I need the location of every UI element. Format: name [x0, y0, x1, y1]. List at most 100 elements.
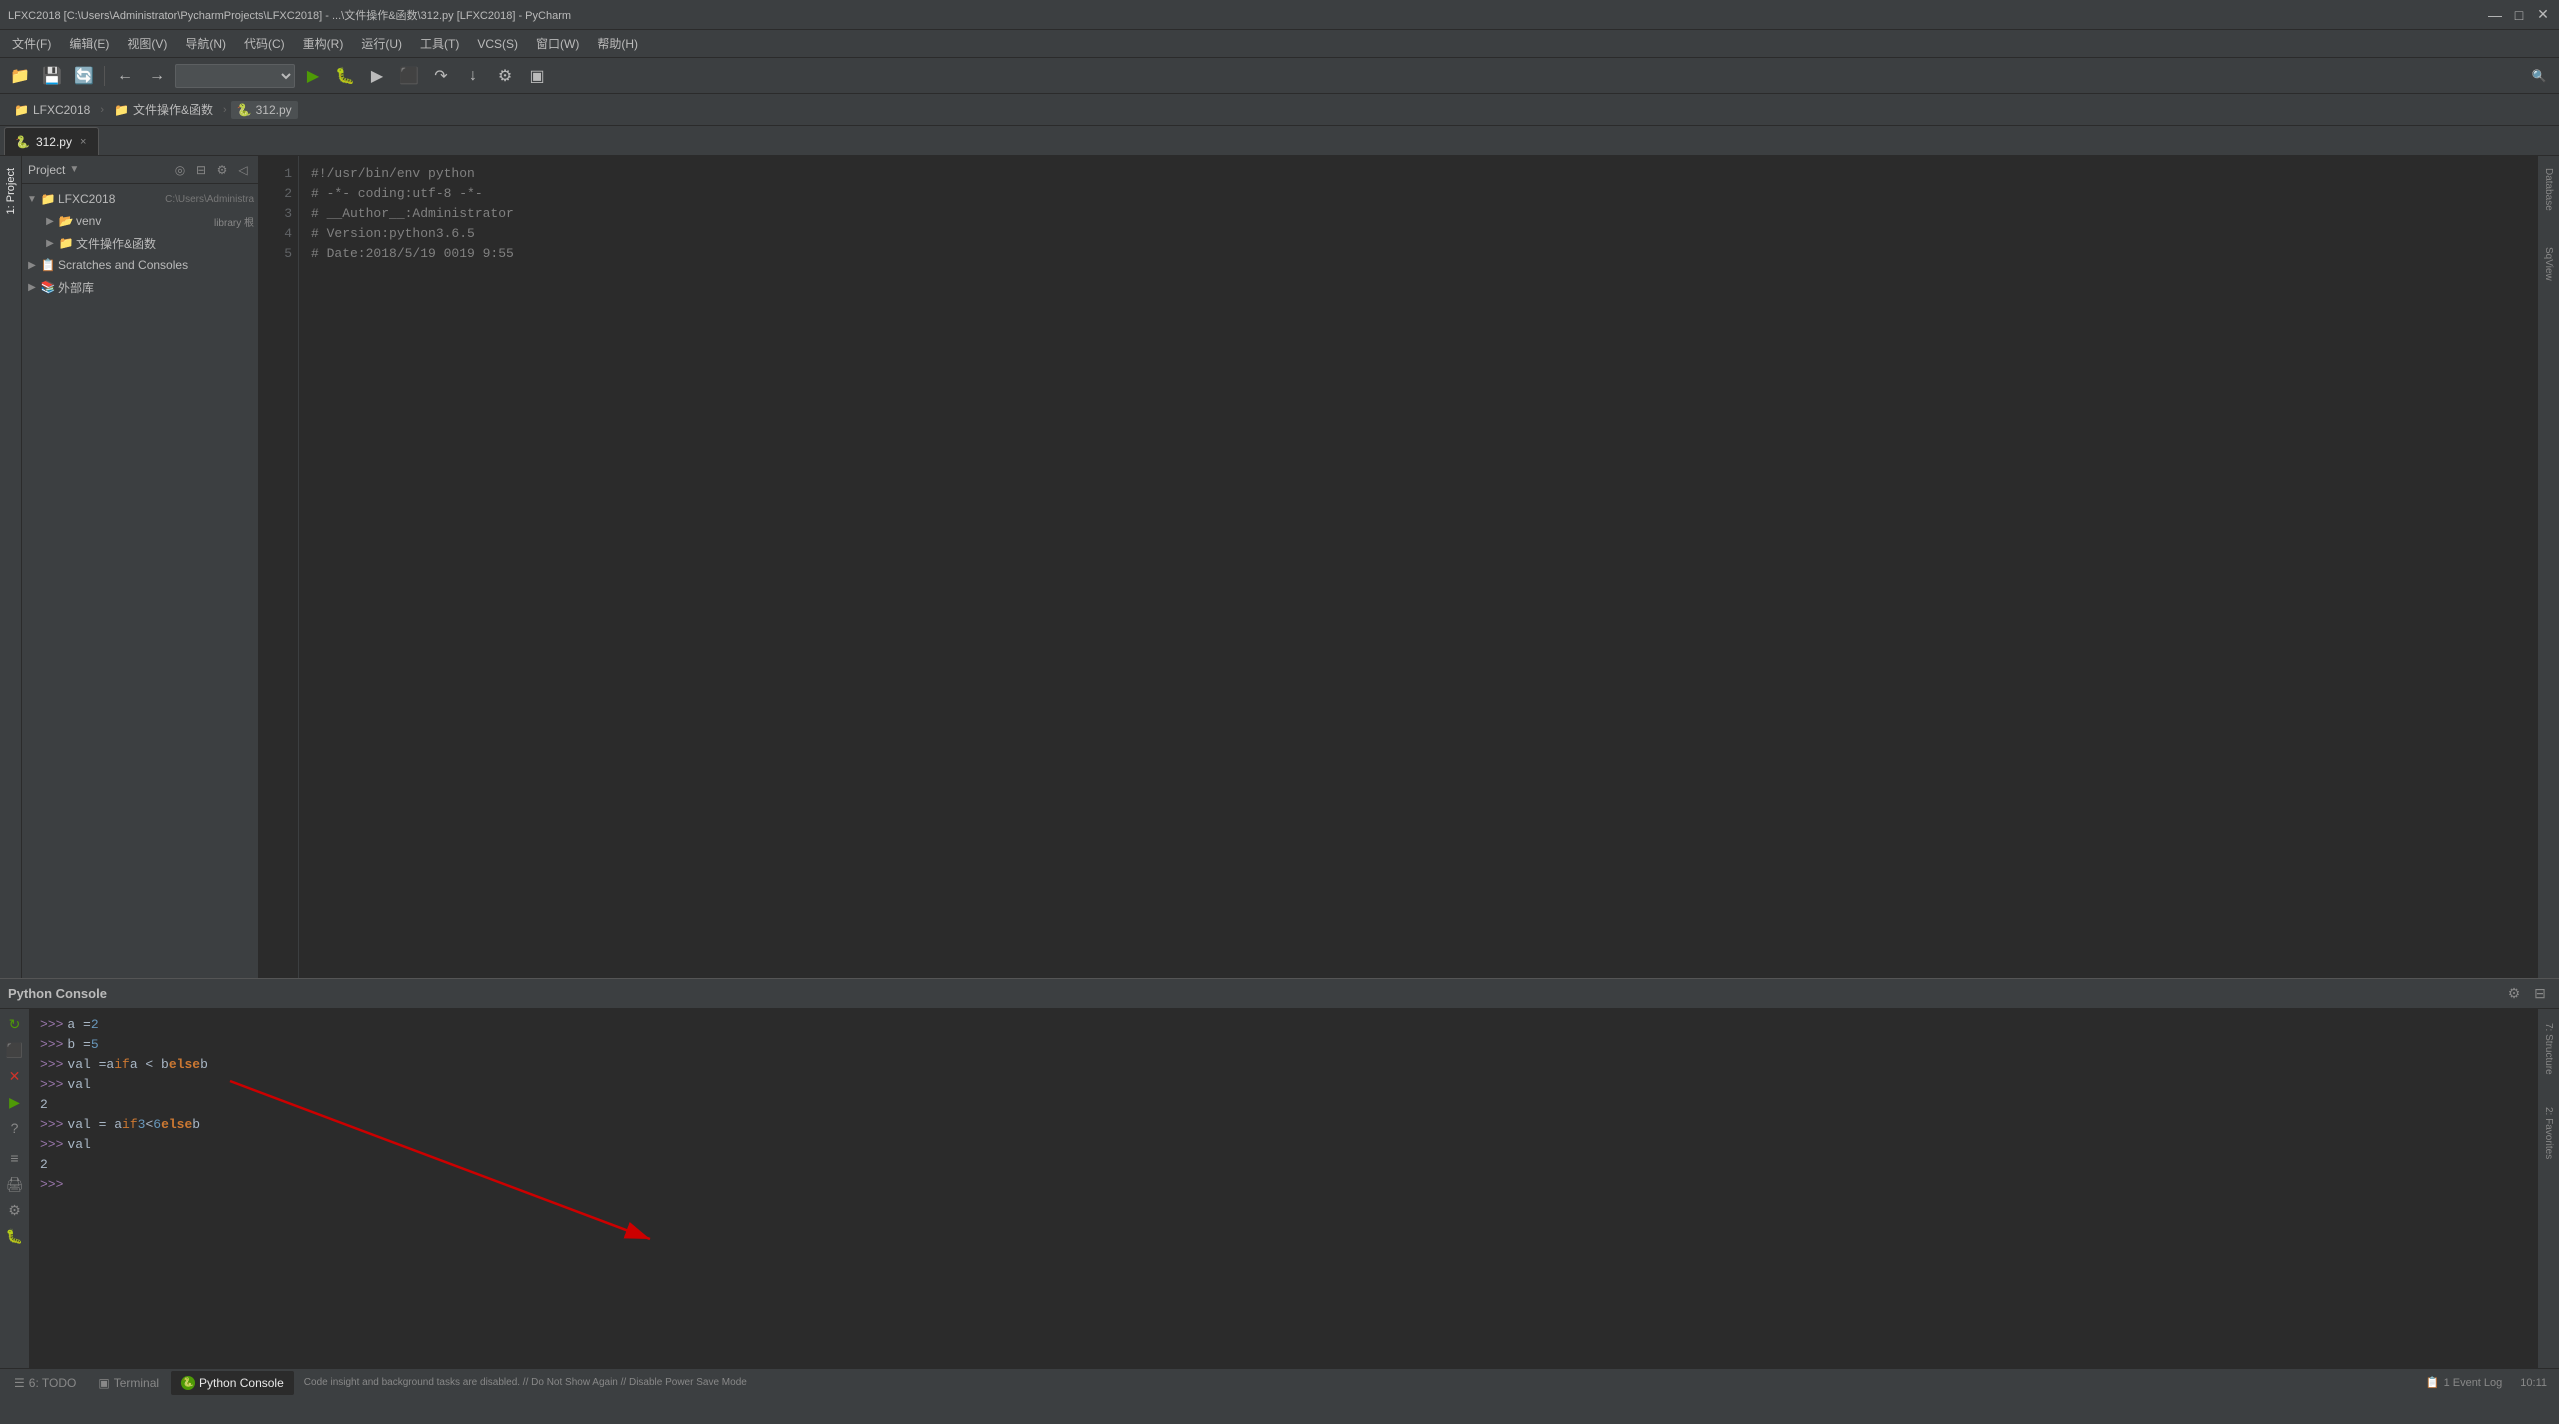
- menu-run[interactable]: 运行(U): [353, 32, 410, 55]
- collapse-all-btn[interactable]: ⊟: [192, 161, 210, 179]
- tree-item-venv[interactable]: 📂 venv library 根: [22, 210, 258, 232]
- console-line-5: >>> val = a if 3 < 6 else b: [40, 1115, 2527, 1135]
- breadcrumb-file[interactable]: 🐍 312.py: [231, 101, 298, 119]
- toolbar-save-btn[interactable]: 💾: [38, 62, 66, 90]
- line-num-1: 1: [265, 164, 292, 184]
- menu-navigate[interactable]: 导航(N): [177, 32, 234, 55]
- toolbar-stop-btn[interactable]: ⬛: [395, 62, 423, 90]
- python-console-tab[interactable]: 🐍 Python Console: [171, 1371, 294, 1395]
- menu-file[interactable]: 文件(F): [4, 32, 59, 55]
- toolbar-step-in-btn[interactable]: ↓: [459, 62, 487, 90]
- event-log-icon: 📋: [2426, 1376, 2440, 1389]
- rerun-console-btn[interactable]: ↻: [4, 1013, 26, 1035]
- locate-file-btn[interactable]: ◎: [171, 161, 189, 179]
- event-log-btn[interactable]: 📋 1 Event Log: [2418, 1374, 2510, 1391]
- folder-icon-venv: 📂: [58, 213, 74, 229]
- settings-icon-btn[interactable]: ⚙: [2503, 983, 2525, 1005]
- terminal-tab[interactable]: ▣ Terminal: [88, 1371, 169, 1395]
- structure-btn[interactable]: 7: Structure: [2543, 1017, 2554, 1081]
- run-config-dropdown[interactable]: [175, 64, 295, 88]
- external-libs-icon: 📚: [40, 279, 56, 295]
- close-button[interactable]: ✕: [2535, 7, 2551, 23]
- tree-item-wenjiancaozuo[interactable]: 📁 文件操作&函数: [22, 232, 258, 254]
- window-title: LFXC2018 [C:\Users\Administrator\Pycharm…: [8, 7, 2487, 23]
- toolbar-run-with-coverage-btn[interactable]: ▶: [363, 62, 391, 90]
- console-code-5a: val = a: [67, 1115, 122, 1135]
- console-code-5e: b: [192, 1115, 200, 1135]
- console-code-3a: val =a: [67, 1055, 114, 1075]
- menu-vcs[interactable]: VCS(S): [469, 34, 526, 54]
- console-prompt-3: >>>: [40, 1055, 63, 1075]
- editor-tab-312py[interactable]: 🐍 312.py ×: [4, 127, 99, 155]
- menu-refactor[interactable]: 重构(R): [295, 32, 352, 55]
- toolbar-git-btn[interactable]: ⚙: [491, 62, 519, 90]
- console-output-val-1: 2: [40, 1095, 48, 1115]
- toolbar-terminal-btn[interactable]: ▣: [523, 62, 551, 90]
- title-bar: LFXC2018 [C:\Users\Administrator\Pycharm…: [0, 0, 2559, 30]
- todo-icon: ☰: [14, 1376, 25, 1390]
- menu-help[interactable]: 帮助(H): [589, 32, 646, 55]
- breadcrumb-root[interactable]: 📁 LFXC2018: [8, 101, 96, 119]
- breadcrumb-folder[interactable]: 📁 文件操作&函数: [108, 99, 219, 120]
- line-num-5: 5: [265, 244, 292, 264]
- favorites-btn[interactable]: 2: Favorites: [2543, 1101, 2554, 1165]
- tab-close-btn[interactable]: ×: [78, 135, 88, 149]
- code-line-2: # -*- coding:utf-8 -*-: [311, 184, 2525, 204]
- tree-item-scratches[interactable]: 📋 Scratches and Consoles: [22, 254, 258, 276]
- sqview-tab-btn[interactable]: SqView: [2541, 239, 2556, 289]
- code-comment-2: # -*- coding:utf-8 -*-: [311, 184, 483, 204]
- print-btn[interactable]: 🖨: [4, 1173, 26, 1195]
- file-icon: 🐍: [237, 103, 252, 117]
- editor-area: 1 2 3 4 5 #!/usr/bin/env python # -*- co…: [259, 156, 2537, 978]
- bottom-panel-action-icons: ⚙ ⊟: [2503, 983, 2551, 1005]
- console-code-2: b =: [67, 1035, 90, 1055]
- database-tab-btn[interactable]: Database: [2541, 160, 2556, 219]
- settings-btn[interactable]: ⚙: [213, 161, 231, 179]
- toolbar-open-btn[interactable]: 📁: [6, 62, 34, 90]
- console-prompt-4: >>>: [40, 1075, 63, 1095]
- help-console-btn[interactable]: ?: [4, 1117, 26, 1139]
- line-num-2: 2: [265, 184, 292, 204]
- toolbar-sync-btn[interactable]: 🔄: [70, 62, 98, 90]
- project-panel-tab[interactable]: 1: Project: [3, 160, 19, 222]
- code-editor[interactable]: #!/usr/bin/env python # -*- coding:utf-8…: [299, 156, 2537, 978]
- menu-bar: 文件(F) 编辑(E) 视图(V) 导航(N) 代码(C) 重构(R) 运行(U…: [0, 30, 2559, 58]
- console-number-2: 5: [91, 1035, 99, 1055]
- code-line-5: # Date:2018/5/19 0019 9:55: [311, 244, 2525, 264]
- minimize-button[interactable]: —: [2487, 7, 2503, 23]
- run-console-btn[interactable]: ▶: [4, 1091, 26, 1113]
- search-everywhere-btn[interactable]: 🔍: [2525, 62, 2553, 90]
- menu-tools[interactable]: 工具(T): [412, 32, 467, 55]
- menu-view[interactable]: 视图(V): [119, 32, 175, 55]
- toolbar-forward-btn[interactable]: →: [143, 62, 171, 90]
- menu-code[interactable]: 代码(C): [236, 32, 293, 55]
- tree-item-external-libs[interactable]: 📚 外部库: [22, 276, 258, 298]
- line-num-3: 3: [265, 204, 292, 224]
- python-console-tab-icon: 🐍: [181, 1376, 195, 1390]
- toolbar-back-btn[interactable]: ←: [111, 62, 139, 90]
- console-line-1: >>> a = 2: [40, 1015, 2527, 1035]
- maximize-button[interactable]: □: [2511, 7, 2527, 23]
- project-dropdown-arrow[interactable]: ▼: [69, 164, 79, 175]
- folder-icon-wenjiancaozuo: 📁: [58, 235, 74, 251]
- menu-window[interactable]: 窗口(W): [528, 32, 587, 55]
- menu-edit[interactable]: 编辑(E): [61, 32, 117, 55]
- soft-wrap-btn[interactable]: ≡: [4, 1147, 26, 1169]
- toolbar-step-over-btn[interactable]: ↷: [427, 62, 455, 90]
- python-console-tab-label: Python Console: [199, 1376, 284, 1390]
- toolbar-debug-btn[interactable]: 🐛: [331, 62, 359, 90]
- close-panel-btn[interactable]: ⊟: [2529, 983, 2551, 1005]
- todo-tab[interactable]: ☰ 6: TODO: [4, 1371, 86, 1395]
- tree-item-lfxc2018[interactable]: 📁 LFXC2018 C:\Users\Administra: [22, 188, 258, 210]
- toolbar-run-btn[interactable]: ▶: [299, 62, 327, 90]
- code-comment-4: # Version:python3.6.5: [311, 224, 475, 244]
- close-console-btn[interactable]: ✕: [4, 1065, 26, 1087]
- code-comment-3: # __Author__:Administrator: [311, 204, 514, 224]
- left-side-panel-tabs: 1: Project: [0, 156, 22, 978]
- console-output-2: 2: [40, 1155, 2527, 1175]
- variables-btn[interactable]: ⚙: [4, 1199, 26, 1221]
- hide-panel-btn[interactable]: ◁: [234, 161, 252, 179]
- stop-console-btn[interactable]: ⬛: [4, 1039, 26, 1061]
- toolbar: 📁 💾 🔄 ← → ▶ 🐛 ▶ ⬛ ↷ ↓ ⚙ ▣ 🔍: [0, 58, 2559, 94]
- debug-console-btn[interactable]: 🐛: [4, 1225, 26, 1247]
